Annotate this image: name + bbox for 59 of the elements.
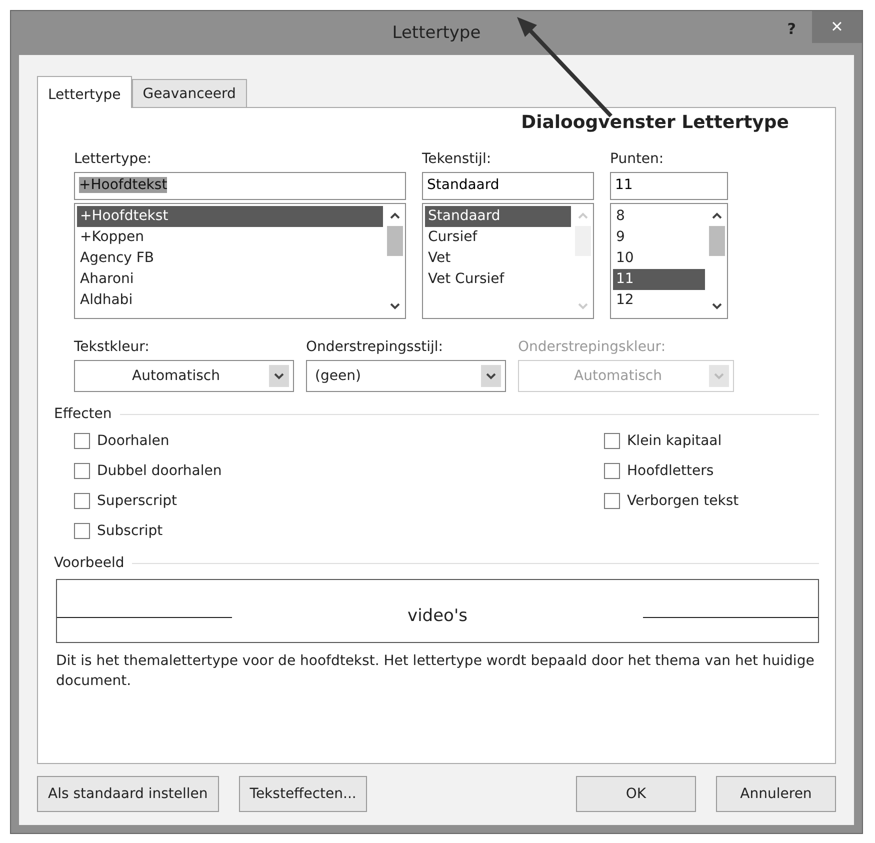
field-label: Punten: [610, 151, 665, 167]
list-item[interactable]: 8 [613, 206, 705, 227]
field-label: Tekenstijl: [422, 151, 492, 167]
chevron-up-icon[interactable] [712, 212, 722, 220]
help-button[interactable]: ? [781, 19, 802, 39]
close-button[interactable]: × [812, 11, 862, 43]
dialog-button[interactable]: Als standaard instellen [37, 776, 219, 812]
tab[interactable]: Lettertype [37, 76, 132, 108]
checkbox-option[interactable]: Hoofdletters [604, 460, 739, 481]
preview-text: video's [406, 606, 468, 626]
checkbox-option[interactable]: Verborgen tekst [604, 490, 739, 511]
scrollbar-thumb[interactable] [387, 226, 403, 256]
field-label: Tekstkleur: [74, 339, 150, 355]
input-field[interactable]: 11 [610, 172, 728, 200]
checkbox[interactable] [604, 432, 620, 448]
dropdown[interactable]: (geen) [306, 360, 506, 392]
list-item[interactable]: 12 [613, 290, 705, 311]
section-heading: Voorbeeld [54, 555, 124, 571]
chevron-down-icon[interactable] [712, 302, 722, 310]
field-label: Lettertype: [74, 151, 153, 167]
chevron-down-icon[interactable] [390, 302, 400, 310]
list-item[interactable]: +Hoofdtekst [77, 206, 383, 227]
checkbox[interactable] [604, 462, 620, 478]
list-item[interactable]: Aldhabi [77, 290, 383, 311]
list-item[interactable]: 11 [613, 269, 705, 290]
checkbox[interactable] [74, 432, 90, 448]
field-label: Onderstrepingskleur: [518, 339, 667, 355]
scrollbar-thumb[interactable] [709, 226, 725, 256]
list-item[interactable]: Vet Cursief [425, 269, 571, 290]
input-field[interactable]: +Hoofdtekst [74, 172, 406, 200]
checkbox[interactable] [604, 492, 620, 508]
checkbox[interactable] [74, 522, 90, 538]
description-text: Dit is het themalettertype voor de hoofdtekst. Het lettertype wordt bepaald door het thema van het huidige document. [56, 652, 816, 691]
list-item[interactable]: Standaard [425, 206, 571, 227]
list-item[interactable]: Agency FB [77, 248, 383, 269]
checkbox[interactable] [74, 462, 90, 478]
checkbox[interactable] [74, 492, 90, 508]
annotation-label: Dialoogvenster Lettertype [521, 112, 789, 133]
checkbox-option[interactable]: Superscript [74, 490, 604, 511]
dropdown[interactable]: Automatisch [74, 360, 294, 392]
checkbox-option[interactable]: Klein kapitaal [604, 430, 739, 451]
chevron-up-icon[interactable] [390, 212, 400, 220]
list-item[interactable]: Aharoni [77, 269, 383, 290]
list-item[interactable]: 10 [613, 248, 705, 269]
input-field[interactable]: Standaard [422, 172, 594, 200]
window-title: Lettertype [392, 23, 481, 43]
list-item[interactable]: 9 [613, 227, 705, 248]
checkbox-option[interactable]: Doorhalen [74, 430, 604, 451]
checkbox-option[interactable]: Dubbel doorhalen [74, 460, 604, 481]
tab[interactable]: Geavanceerd [132, 79, 247, 107]
dialog-button[interactable]: OK [576, 776, 696, 812]
checkbox-option[interactable]: Subscript [74, 520, 604, 541]
dialog-button[interactable]: Teksteffecten... [238, 776, 368, 812]
section-heading: Effecten [54, 406, 112, 422]
list-item[interactable]: Cursief [425, 227, 571, 248]
list-item[interactable]: Vet [425, 248, 571, 269]
field-label: Onderstrepingsstijl: [306, 339, 444, 355]
list-item[interactable]: +Koppen [77, 227, 383, 248]
dialog-button[interactable]: Annuleren [716, 776, 836, 812]
